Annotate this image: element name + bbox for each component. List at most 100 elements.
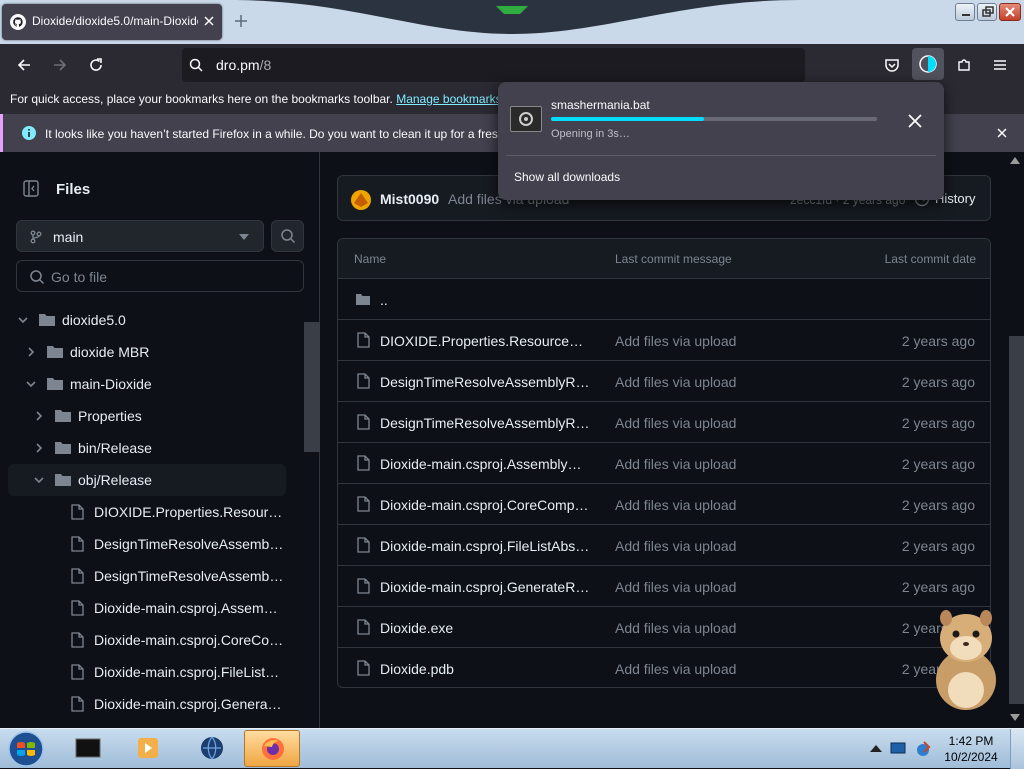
file-icon: [357, 373, 370, 389]
tree-folder-item[interactable]: obj/Release: [8, 464, 286, 496]
tree-folder-item[interactable]: dioxide5.0: [8, 304, 286, 336]
tree-folder-item[interactable]: Properties: [8, 400, 286, 432]
file-name-link[interactable]: Dioxide-main.csproj.GenerateResource.cac…: [380, 579, 590, 595]
show-hidden-icons-icon[interactable]: [870, 743, 882, 753]
chevron-right-icon[interactable]: [34, 443, 44, 453]
table-row[interactable]: DesignTimeResolveAssemblyReferencesInput…: [338, 402, 990, 443]
url-host: dro.pm: [216, 57, 260, 73]
close-notification-icon[interactable]: [995, 126, 1009, 140]
action-center-icon[interactable]: [890, 741, 906, 755]
taskbar-app-cmd[interactable]: [60, 730, 116, 767]
cancel-download-icon[interactable]: [906, 112, 924, 130]
sidebar-scrollbar-thumb[interactable]: [304, 322, 320, 452]
go-to-file-input[interactable]: [51, 267, 291, 287]
address-bar[interactable]: dro.pm/8: [182, 48, 805, 82]
browser-tab-active[interactable]: Dioxide/dioxide5.0/main-Dioxide: [2, 4, 222, 40]
file-name-link[interactable]: Dioxide.pdb: [380, 661, 590, 677]
download-filename[interactable]: smashermania.bat: [551, 98, 650, 112]
commit-message-link[interactable]: Add files via upload: [615, 415, 736, 431]
close-window-button[interactable]: [999, 3, 1021, 21]
back-button[interactable]: [12, 53, 36, 77]
commit-message-link[interactable]: Add files via upload: [615, 620, 736, 636]
chevron-right-icon[interactable]: [34, 411, 44, 421]
forward-button[interactable]: [48, 53, 72, 77]
pocket-button[interactable]: [880, 53, 904, 77]
menu-button[interactable]: [988, 53, 1012, 77]
file-name-link[interactable]: DesignTimeResolveAssemblyReferencesInput…: [380, 415, 590, 431]
table-row[interactable]: Dioxide-main.csproj.FileListAbsolute.txt…: [338, 525, 990, 566]
network-icon[interactable]: [914, 739, 934, 759]
commit-message-link[interactable]: Add files via upload: [615, 497, 736, 513]
tree-file-item[interactable]: DesignTimeResolveAssemblyReferencesInput…: [8, 560, 286, 592]
downloads-button[interactable]: [912, 48, 944, 80]
commit-author[interactable]: Mist0090: [380, 191, 439, 207]
start-button[interactable]: [6, 731, 46, 767]
table-row[interactable]: DIOXIDE.Properties.Resources.resources Ad…: [338, 320, 990, 361]
parent-directory-row[interactable]: ..: [338, 279, 990, 320]
tree-folder-item[interactable]: dioxide MBR: [8, 336, 286, 368]
file-name-link[interactable]: Dioxide-main.csproj.FileListAbsolute.txt: [380, 538, 590, 554]
column-header-message: Last commit message: [615, 252, 732, 266]
commit-message-link[interactable]: Add files via upload: [615, 579, 736, 595]
page-scrollbar[interactable]: [1006, 152, 1024, 728]
commit-message-link[interactable]: Add files via upload: [615, 456, 736, 472]
chevron-down-icon[interactable]: [34, 475, 44, 485]
taskbar-app-browser[interactable]: [184, 730, 240, 767]
sidebar-scrollbar[interactable]: [302, 320, 320, 728]
file-name-link[interactable]: Dioxide-main.csproj.CoreCompileInputs.ca…: [380, 497, 590, 513]
file-name-link[interactable]: Dioxide.exe: [380, 620, 590, 636]
table-row[interactable]: Dioxide.exe Add files via upload 2 years a…: [338, 607, 990, 648]
page-scrollbar-thumb[interactable]: [1009, 336, 1024, 704]
commit-message-link[interactable]: Add files via upload: [615, 333, 736, 349]
table-row[interactable]: DesignTimeResolveAssemblyReferences.cach…: [338, 361, 990, 402]
new-tab-icon[interactable]: [232, 12, 250, 30]
extensions-button[interactable]: [952, 53, 976, 77]
go-to-file-field[interactable]: [16, 260, 304, 292]
tree-folder-item[interactable]: bin/Release: [8, 432, 286, 464]
tree-file-item[interactable]: Dioxide-main.csproj.GenerateResource.cac…: [8, 688, 286, 720]
minimize-icon: [962, 14, 970, 16]
table-row[interactable]: Dioxide-main.csproj.GenerateResource.cac…: [338, 566, 990, 607]
file-name-link[interactable]: Dioxide-main.csproj.AssemblyReference.ca…: [380, 456, 590, 472]
minimize-button[interactable]: [955, 3, 975, 21]
scroll-down-icon[interactable]: [1010, 714, 1020, 722]
tree-file-item[interactable]: DIOXIDE.Properties.Resources.resources: [8, 496, 286, 528]
scroll-up-icon[interactable]: [1010, 156, 1020, 164]
parent-directory-link[interactable]: ..: [380, 292, 590, 308]
chevron-right-icon[interactable]: [26, 347, 36, 357]
file-name-link[interactable]: DesignTimeResolveAssemblyReferences.cach…: [380, 374, 590, 390]
taskbar-clock[interactable]: 1:42 PM 10/2/2024: [936, 733, 1006, 765]
tree-file-item[interactable]: Dioxide-main.csproj.CoreCompileInputs.ca…: [8, 624, 286, 656]
restore-button[interactable]: [977, 3, 997, 21]
commit-message-link[interactable]: Add files via upload: [615, 661, 736, 677]
tree-item-label: Dioxide-main.csproj.GenerateResource.cac…: [94, 696, 284, 712]
commit-date: 2 years ago: [901, 538, 975, 554]
tree-search-button[interactable]: [271, 220, 304, 252]
table-row[interactable]: Dioxide.pdbAdd files via upload2 years a…: [338, 648, 990, 687]
commit-message-link[interactable]: Add files via upload: [615, 374, 736, 390]
tree-folder-item[interactable]: main-Dioxide: [8, 368, 286, 400]
tree-file-item[interactable]: Dioxide-main.csproj.FileListAbsolute.txt: [8, 656, 286, 688]
close-tab-icon[interactable]: [202, 14, 216, 28]
avatar[interactable]: [350, 189, 372, 211]
search-icon: [189, 58, 203, 72]
taskbar-app-firefox[interactable]: [244, 730, 300, 767]
tree-file-item[interactable]: DesignTimeResolveAssemblyReferences.cach…: [8, 528, 286, 560]
show-desktop-button[interactable]: [1010, 729, 1024, 769]
file-name-link[interactable]: DIOXIDE.Properties.Resources.resources: [380, 333, 590, 349]
reload-button[interactable]: [84, 53, 108, 77]
sidebar-collapse-icon[interactable]: [22, 179, 42, 199]
chevron-down-icon[interactable]: [18, 315, 28, 325]
downloads-panel: smashermania.bat Opening in 3s… Show all…: [498, 82, 944, 200]
commit-message-link[interactable]: Add files via upload: [615, 538, 736, 554]
show-all-downloads-button[interactable]: Show all downloads: [514, 170, 620, 184]
taskbar-app-media-player[interactable]: [120, 730, 176, 767]
sidebar-title: Files: [56, 181, 91, 198]
table-row[interactable]: Dioxide-main.csproj.AssemblyReference.ca…: [338, 443, 990, 484]
chevron-down-icon[interactable]: [26, 379, 36, 389]
tree-file-item[interactable]: Dioxide-main.csproj.AssemblyReference.ca…: [8, 592, 286, 624]
table-row[interactable]: Dioxide-main.csproj.CoreCompileInputs.ca…: [338, 484, 990, 525]
media-player-icon: [138, 738, 158, 758]
manage-bookmarks-link[interactable]: Manage bookmarks…: [396, 92, 513, 106]
branch-selector[interactable]: main: [16, 220, 264, 252]
